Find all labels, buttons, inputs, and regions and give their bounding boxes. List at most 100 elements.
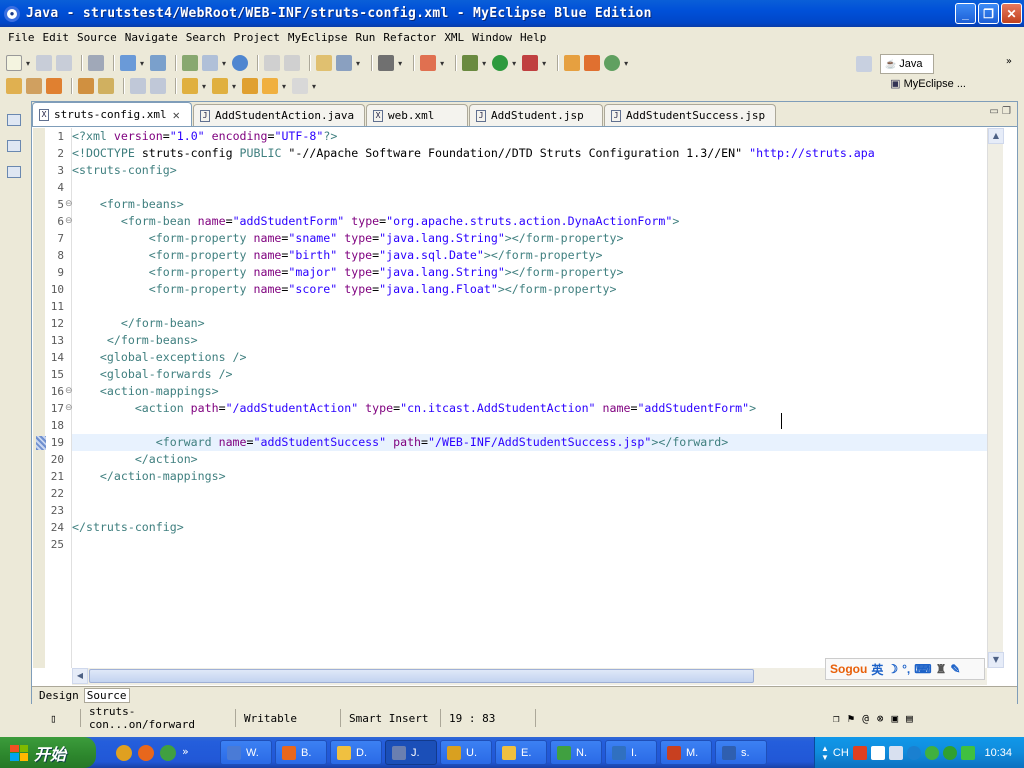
tab-struts-config-xml[interactable]: X struts-config.xml ✕ [32, 102, 192, 126]
save-icon[interactable] [36, 55, 53, 71]
console-icon[interactable]: ▤ [906, 712, 913, 725]
previous-annotation-icon[interactable] [212, 78, 229, 94]
dropdown-arrow-icon[interactable]: ▾ [222, 59, 226, 68]
help-tray-icon[interactable] [870, 745, 885, 760]
wizard-icon[interactable] [120, 55, 137, 71]
dropdown-arrow-icon[interactable]: ▾ [232, 82, 236, 91]
vertical-scrollbar[interactable]: ▲ ▼ [987, 128, 1004, 668]
last-edit-icon[interactable] [242, 78, 259, 94]
security-icon[interactable] [942, 745, 957, 760]
code-line[interactable]: </action> [72, 451, 198, 468]
forward-arrow-icon[interactable] [292, 78, 309, 94]
at-icon[interactable]: @ [862, 712, 869, 725]
dropdown-arrow-icon[interactable]: ▾ [440, 59, 444, 68]
dropdown-arrow-icon[interactable]: ▾ [624, 59, 628, 68]
myeclipse-app-icon[interactable]: ● [4, 5, 20, 22]
restore-view-icon[interactable] [7, 114, 21, 126]
minimize-button[interactable]: _ [955, 3, 976, 24]
taskbar-task[interactable]: J. [385, 740, 437, 765]
taskbar-task[interactable]: I. [605, 740, 657, 765]
close-button[interactable]: ✕ [1001, 3, 1022, 24]
taskbar-task[interactable]: D. [330, 740, 382, 765]
code-line[interactable]: <global-exceptions /> [72, 349, 247, 366]
code-line[interactable]: <form-beans> [72, 196, 184, 213]
chevron-right-icon[interactable]: » [182, 745, 189, 761]
ime-options-icon[interactable] [888, 745, 903, 760]
server-icon[interactable] [202, 55, 219, 71]
network-icon[interactable] [924, 745, 939, 760]
maximize-button[interactable]: ❐ [978, 3, 999, 24]
open-perspective-icon[interactable] [564, 55, 581, 71]
search-icon[interactable] [150, 55, 167, 71]
collapse-all-icon[interactable] [150, 78, 166, 94]
minimize-maximize-editor-icon[interactable]: ▭ ❐ [989, 106, 1011, 117]
dropdown-arrow-icon[interactable]: ▾ [312, 82, 316, 91]
edit-icon[interactable] [26, 78, 42, 94]
java-perspective-button[interactable]: ☕ Java [880, 54, 934, 74]
clock[interactable]: 10:34 [984, 747, 1012, 759]
menu-navigate[interactable]: Navigate [121, 31, 182, 44]
dropdown-arrow-icon[interactable]: ▾ [202, 82, 206, 91]
code-line[interactable]: </form-beans> [72, 332, 198, 349]
code-line[interactable]: <form-property name="birth" type="java.s… [72, 247, 603, 264]
code-line[interactable]: <global-forwards /> [72, 366, 233, 383]
task-icon[interactable] [98, 78, 114, 94]
language-indicator[interactable]: CH [833, 747, 849, 759]
keyboard-icon[interactable]: ⌨ [914, 662, 931, 676]
code-line[interactable]: <action path="/addStudentAction" type="c… [72, 400, 756, 417]
menu-window[interactable]: Window [468, 31, 516, 44]
open-project-icon[interactable] [6, 78, 22, 94]
build-icon[interactable] [88, 55, 105, 71]
code-line[interactable]: <action-mappings> [72, 383, 219, 400]
annotation-icon[interactable] [78, 78, 94, 94]
new-class-icon[interactable] [316, 55, 333, 71]
menu-help[interactable]: Help [516, 31, 551, 44]
palette-icon[interactable] [420, 55, 437, 71]
code-line[interactable]: <form-property name="sname" type="java.l… [72, 230, 624, 247]
dropdown-arrow-icon[interactable]: ▾ [26, 59, 30, 68]
start-button[interactable]: 开始 [0, 737, 96, 768]
fast-view-icon[interactable]: ▯ [50, 712, 57, 725]
code-line[interactable]: </action-mappings> [72, 468, 226, 485]
menu-file[interactable]: File [4, 31, 39, 44]
code-line[interactable]: <struts-config> [72, 162, 177, 179]
chevron-right-icon[interactable]: » [1006, 56, 1012, 67]
ime-mode[interactable]: 英 [871, 661, 883, 678]
debug-icon[interactable] [462, 55, 479, 71]
browser-icon[interactable] [232, 55, 249, 71]
hierarchy-icon[interactable] [7, 166, 21, 178]
taskbar-task[interactable]: s. [715, 740, 767, 765]
scroll-left-icon[interactable]: ◀ [72, 668, 88, 684]
restore-icon[interactable]: ❐ [833, 712, 840, 725]
next-annotation-icon[interactable] [182, 78, 198, 94]
expand-all-icon[interactable] [130, 78, 146, 94]
horizontal-scroll-thumb[interactable] [89, 669, 754, 683]
dropdown-arrow-icon[interactable]: ▾ [542, 59, 546, 68]
mark-icon[interactable] [46, 78, 62, 94]
display-icon[interactable] [960, 745, 975, 760]
dropdown-arrow-icon[interactable]: ▾ [398, 59, 402, 68]
taskbar-task[interactable]: E. [495, 740, 547, 765]
sogou-tray-icon[interactable] [852, 745, 867, 760]
dropdown-arrow-icon[interactable]: ▾ [282, 82, 286, 91]
monitor-icon[interactable]: ▣ [892, 712, 899, 725]
tab-web-xml[interactable]: X web.xml [366, 104, 468, 126]
dropdown-arrow-icon[interactable]: ▾ [482, 59, 486, 68]
code-line[interactable]: <!DOCTYPE struts-config PUBLIC "-//Apach… [72, 145, 875, 162]
code-line[interactable]: </form-bean> [72, 315, 205, 332]
tab-addstudent-jsp[interactable]: J AddStudent.jsp [469, 104, 603, 126]
menu-run[interactable]: Run [351, 31, 379, 44]
dropdown-arrow-icon[interactable]: ▾ [356, 59, 360, 68]
bookmark-icon[interactable]: ⊗ [877, 712, 884, 725]
code-line[interactable]: <form-property name="major" type="java.l… [72, 264, 624, 281]
new-package-icon[interactable] [584, 55, 601, 71]
menu-source[interactable]: Source [73, 31, 121, 44]
taskbar-task[interactable]: W. [220, 740, 272, 765]
deploy-icon[interactable] [182, 55, 199, 71]
moon-icon[interactable]: ☽ [887, 662, 898, 676]
help-icon[interactable]: ⚑ [848, 712, 855, 725]
paste-icon[interactable] [284, 55, 301, 71]
back-tray-icon[interactable] [906, 745, 921, 760]
copy-icon[interactable] [264, 55, 281, 71]
quicklaunch-app-icon[interactable] [116, 745, 132, 761]
